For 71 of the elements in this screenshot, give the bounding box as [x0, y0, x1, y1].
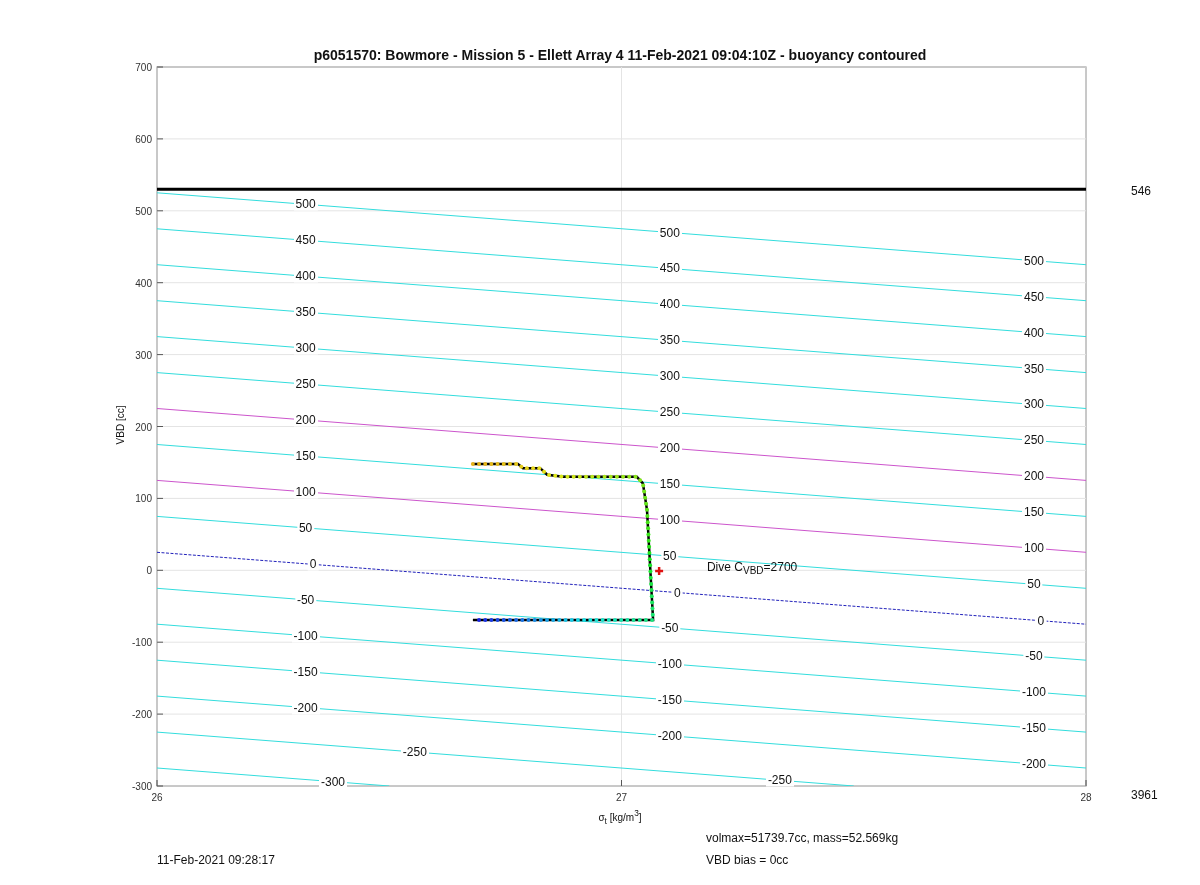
- contour-label: 450: [293, 233, 318, 247]
- x-tick-label: 27: [615, 791, 628, 803]
- contour-label: 300: [1021, 398, 1046, 411]
- y-tick-label: 500: [135, 205, 152, 217]
- y-axis-label: VBD [cc]: [114, 405, 126, 445]
- x-tick-label: 28: [1080, 791, 1092, 803]
- contour-label: 400: [657, 297, 682, 311]
- contour-label: 250: [657, 405, 682, 419]
- contour-label: 100: [293, 485, 318, 499]
- contour-label: 200: [1021, 469, 1046, 483]
- contour-label: -100: [291, 629, 320, 643]
- contour-label: 250: [1021, 433, 1046, 447]
- contour-label: 400: [293, 269, 318, 283]
- contour-label: 0: [307, 557, 319, 571]
- y-tick-label: 300: [135, 349, 152, 361]
- y-tick-label: 600: [135, 133, 152, 145]
- contour-label: 500: [657, 226, 682, 239]
- contour-label: 450: [1021, 290, 1046, 304]
- contour-label: 350: [657, 333, 682, 347]
- timestamp: 11-Feb-2021 09:28:17: [157, 853, 275, 867]
- contour-label: -100: [1019, 685, 1048, 699]
- contour-label: 50: [661, 549, 679, 563]
- x-tick-label: 26: [151, 791, 163, 803]
- y-tick-label: 0: [146, 564, 152, 576]
- contour-label: 350: [293, 305, 318, 319]
- contour-label: -50: [659, 621, 681, 635]
- contour-label: -150: [655, 693, 684, 707]
- y-tick-label: -200: [132, 708, 152, 720]
- y-tick-label: 200: [135, 421, 152, 432]
- contour-label: 0: [671, 586, 683, 600]
- contour-label: -100: [655, 657, 684, 671]
- contour-label: -300: [319, 775, 348, 789]
- contour-label: -200: [655, 729, 684, 743]
- volume-min-label: 3961: [1131, 788, 1158, 802]
- bias-text: VBD bias = 0cc: [706, 853, 789, 867]
- plus-marker: [655, 567, 664, 575]
- volume-max-label: 546: [1131, 184, 1152, 198]
- contour-label: 50: [1025, 577, 1043, 591]
- y-tick-label: -300: [132, 780, 152, 792]
- volume-text: volmax=51739.7cc, mass=52.569kg: [706, 831, 899, 845]
- contour-label: 500: [1021, 254, 1046, 268]
- y-tick-label: 700: [135, 61, 152, 73]
- contour-label: 200: [657, 441, 682, 455]
- contour-label: -150: [1019, 721, 1048, 735]
- y-tick-label: 100: [135, 492, 152, 504]
- contour-label: 150: [1021, 505, 1046, 519]
- contour-label: -250: [400, 745, 429, 759]
- contour-label: 250: [293, 377, 318, 391]
- contour-label: 500: [293, 197, 318, 211]
- y-tick-label: 400: [135, 277, 152, 289]
- contour-label: -50: [1023, 649, 1045, 663]
- contour-label: -200: [291, 701, 320, 715]
- y-tick-label: -100: [132, 636, 152, 648]
- contour-label: 400: [1021, 326, 1046, 340]
- contour-label: -200: [1019, 757, 1048, 771]
- contour-label: -250: [765, 773, 794, 787]
- contour-label: 0: [1035, 614, 1047, 628]
- contour-label: 450: [657, 261, 682, 275]
- dive-label: Dive C$_{VBD}$=2700: [706, 559, 798, 577]
- contour-label: -150: [291, 665, 320, 679]
- contour-label: 200: [293, 413, 318, 427]
- chart-title: p6051570: Bowmore - Mission 5 - Ellett Array 4 11-Feb-2021 09:04:10Z - buoyancy contoured: [313, 47, 927, 63]
- contour-label: 100: [657, 513, 682, 527]
- contour-label: 150: [293, 449, 318, 463]
- contour-label: -50: [294, 593, 317, 607]
- contour-label: 150: [657, 477, 682, 491]
- contour-label: 350: [1021, 362, 1046, 376]
- contour-label: 300: [657, 369, 682, 383]
- x-axis-label: σ$_{t}$ [kg/m$^{3}$]: [598, 808, 642, 826]
- contour-label: 100: [1021, 541, 1046, 555]
- contour-label: 300: [293, 341, 318, 355]
